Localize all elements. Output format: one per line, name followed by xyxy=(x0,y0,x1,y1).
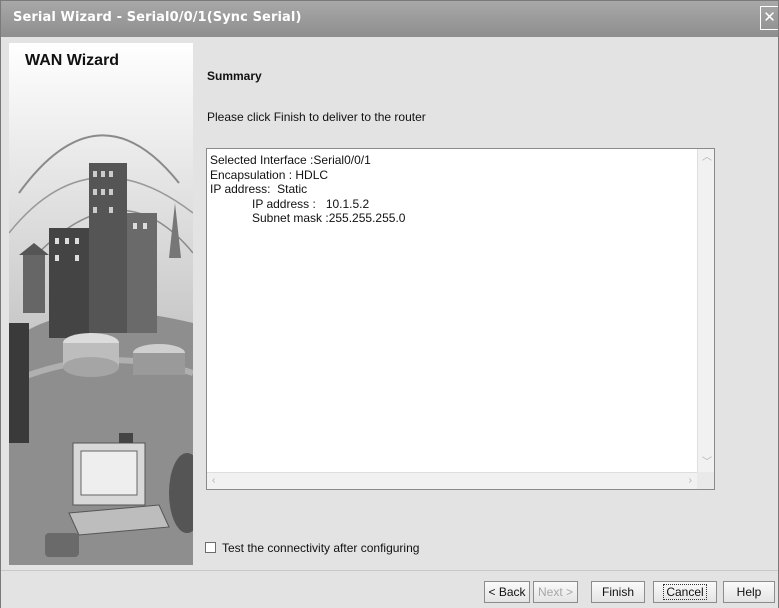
summary-line: Selected Interface :Serial0/0/1 xyxy=(210,153,371,167)
back-button[interactable]: < Back xyxy=(484,581,530,603)
cancel-button[interactable]: Cancel xyxy=(653,581,717,603)
button-bar: < Back Next > Finish Cancel Help xyxy=(1,570,778,608)
summary-content: Selected Interface :Serial0/0/1 Encapsula… xyxy=(210,153,405,226)
summary-line: IP address : 10.1.5.2 xyxy=(252,196,370,211)
window-title: Serial Wizard - Serial0/0/1(Sync Serial) xyxy=(13,10,302,25)
city-network-illustration xyxy=(9,43,193,565)
scroll-down-icon[interactable]: ﹀ xyxy=(702,458,712,468)
scroll-corner xyxy=(697,472,714,489)
horizontal-scrollbar[interactable]: ‹ › xyxy=(207,472,697,489)
summary-line: IP address: Static xyxy=(210,182,308,197)
summary-text-area[interactable]: Selected Interface :Serial0/0/1 Encapsula… xyxy=(206,148,715,490)
scroll-right-icon[interactable]: › xyxy=(689,476,692,486)
sidebar-title: WAN Wizard xyxy=(25,52,120,69)
summary-line: Subnet mask :255.255.255.0 xyxy=(252,211,406,226)
summary-line: Encapsulation : HDLC xyxy=(210,167,329,182)
page-title: Summary xyxy=(207,69,262,83)
wizard-sidebar: WAN Wizard xyxy=(9,43,193,565)
scroll-left-icon[interactable]: ‹ xyxy=(212,476,215,486)
instruction-text: Please click Finish to deliver to the ro… xyxy=(207,110,426,124)
scroll-up-icon[interactable]: ︿ xyxy=(702,153,712,163)
close-icon[interactable]: ✕ xyxy=(760,6,778,30)
wizard-content: Summary Please click Finish to deliver t… xyxy=(197,43,775,565)
title-bar[interactable]: Serial Wizard - Serial0/0/1(Sync Serial)… xyxy=(1,1,778,37)
vertical-scrollbar[interactable]: ︿ ﹀ xyxy=(697,149,714,472)
test-connectivity-label[interactable]: Test the connectivity after configuring xyxy=(222,541,419,555)
serial-wizard-window: Serial Wizard - Serial0/0/1(Sync Serial)… xyxy=(0,0,779,608)
cancel-button-label: Cancel xyxy=(663,584,707,600)
next-button[interactable]: Next > xyxy=(533,581,578,603)
finish-button[interactable]: Finish xyxy=(591,581,645,603)
help-button[interactable]: Help xyxy=(723,581,775,603)
test-connectivity-checkbox[interactable] xyxy=(205,542,216,553)
